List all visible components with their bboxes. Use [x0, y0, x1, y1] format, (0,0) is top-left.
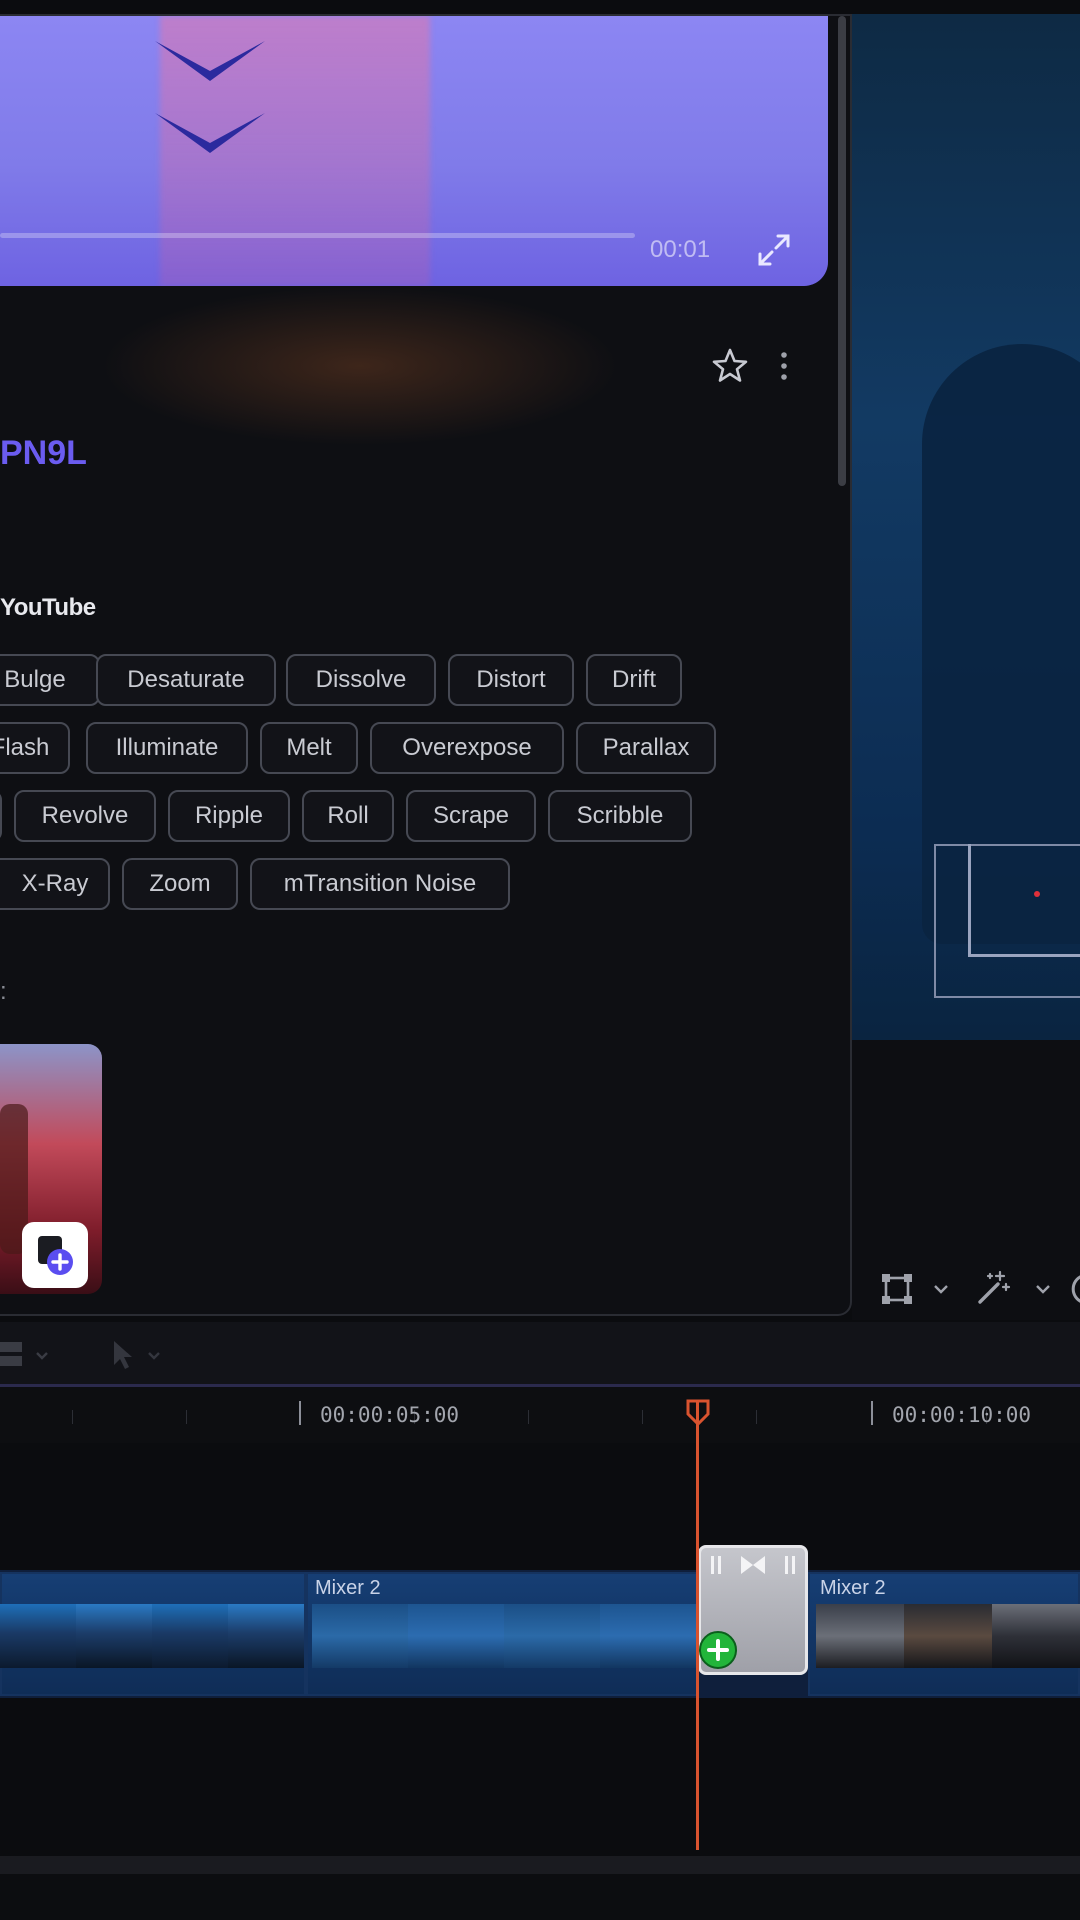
- timeline-scrollbar[interactable]: [0, 1856, 1080, 1874]
- background-glow: [100, 286, 620, 446]
- chevron-down-icon: [155, 113, 265, 153]
- clip-frame: [600, 1604, 696, 1668]
- tag-scrape[interactable]: Scrape: [406, 790, 536, 842]
- clip-frame: [992, 1604, 1080, 1668]
- scrollbar[interactable]: [838, 16, 846, 486]
- chevron-down-icon[interactable]: [34, 1348, 50, 1364]
- ruler-minor-tick: [756, 1410, 757, 1424]
- clip-frame: [408, 1604, 504, 1668]
- tag-x-ray[interactable]: X-Ray: [0, 858, 110, 910]
- star-icon[interactable]: [710, 346, 750, 386]
- clip-frame: [0, 1604, 76, 1668]
- chevron-down-icon: [155, 41, 265, 81]
- clip-frame: [152, 1604, 228, 1668]
- playhead[interactable]: [696, 1400, 699, 1850]
- speed-icon[interactable]: [1068, 1270, 1080, 1308]
- chevron-down-icon[interactable]: [146, 1348, 162, 1364]
- ruler-minor-tick: [642, 1410, 643, 1424]
- ruler-major-tick: [299, 1401, 301, 1425]
- chevron-down-icon[interactable]: [1034, 1280, 1052, 1298]
- tag-illuminate[interactable]: Illuminate: [86, 722, 248, 774]
- add-to-project-button[interactable]: [22, 1222, 88, 1288]
- tag-melt[interactable]: Melt: [260, 722, 358, 774]
- clip-label: Mixer 2: [820, 1577, 886, 1599]
- preview-time: 00:01: [650, 236, 711, 263]
- viewer-marker: [1034, 891, 1040, 897]
- timeline-toolbar: [0, 1322, 1080, 1384]
- expand-icon[interactable]: [752, 228, 796, 272]
- tag-roll[interactable]: Roll: [302, 790, 394, 842]
- ruler-major-tick: [871, 1401, 873, 1425]
- chevron-down-icon[interactable]: [932, 1280, 950, 1298]
- preview-progress-bar[interactable]: [0, 233, 635, 238]
- transform-icon[interactable]: [880, 1272, 914, 1306]
- clip-filmstrip: [312, 1604, 696, 1668]
- timecode-label: 00:00:05:00: [320, 1403, 460, 1427]
- pointer-icon[interactable]: [110, 1338, 134, 1372]
- viewer-overlay-frame-inner: [968, 844, 1080, 957]
- tag-overexpose[interactable]: Overexpose: [370, 722, 564, 774]
- clip-frame: [312, 1604, 408, 1668]
- plus-icon: [699, 1631, 737, 1669]
- clip-filmstrip: [0, 1604, 304, 1668]
- magic-wand-icon[interactable]: [972, 1268, 1012, 1308]
- tag-desaturate[interactable]: Desaturate: [96, 654, 276, 706]
- section-label: :: [0, 978, 7, 1005]
- pack-title: PN9L: [0, 434, 87, 472]
- add-to-project-icon: [38, 1236, 73, 1275]
- tag-dissolve[interactable]: Dissolve: [286, 654, 436, 706]
- clip-frame: [76, 1604, 152, 1668]
- tag-distort[interactable]: Distort: [448, 654, 574, 706]
- tag-bulge[interactable]: Bulge: [0, 654, 100, 706]
- ruler-minor-tick: [528, 1410, 529, 1424]
- tag-drift[interactable]: Drift: [586, 654, 682, 706]
- clip-frame: [904, 1604, 992, 1668]
- tag-mtransition-noise[interactable]: mTransition Noise: [250, 858, 510, 910]
- transition-preview[interactable]: 00:01: [0, 16, 828, 286]
- clip-frame: [228, 1604, 304, 1668]
- timecode-label: 00:00:10:00: [892, 1403, 1032, 1427]
- clip-frame: [816, 1604, 904, 1668]
- clip-filmstrip: [816, 1604, 1080, 1668]
- timeline-footer: [0, 1874, 1080, 1920]
- transition-browser-panel: 00:01 PN9L YouTube Bulge Desaturate Diss…: [0, 14, 852, 1316]
- tag-scribble[interactable]: Scribble: [548, 790, 692, 842]
- tag-zoom[interactable]: Zoom: [122, 858, 238, 910]
- clip-frame: [504, 1604, 600, 1668]
- ruler-minor-tick: [186, 1410, 187, 1424]
- playhead-handle-icon[interactable]: [685, 1398, 711, 1426]
- tag-revolve[interactable]: Revolve: [14, 790, 156, 842]
- tag-partial[interactable]: [0, 790, 2, 842]
- transition-icon: [711, 1556, 795, 1574]
- tag-ripple[interactable]: Ripple: [168, 790, 290, 842]
- tag-flash[interactable]: Flash: [0, 722, 70, 774]
- video-viewer[interactable]: [852, 14, 1080, 1040]
- tag-parallax[interactable]: Parallax: [576, 722, 716, 774]
- more-vertical-icon[interactable]: [774, 346, 794, 386]
- clip-label: Mixer 2: [315, 1577, 381, 1599]
- category-label[interactable]: YouTube: [0, 594, 96, 622]
- ruler-minor-tick: [72, 1410, 73, 1424]
